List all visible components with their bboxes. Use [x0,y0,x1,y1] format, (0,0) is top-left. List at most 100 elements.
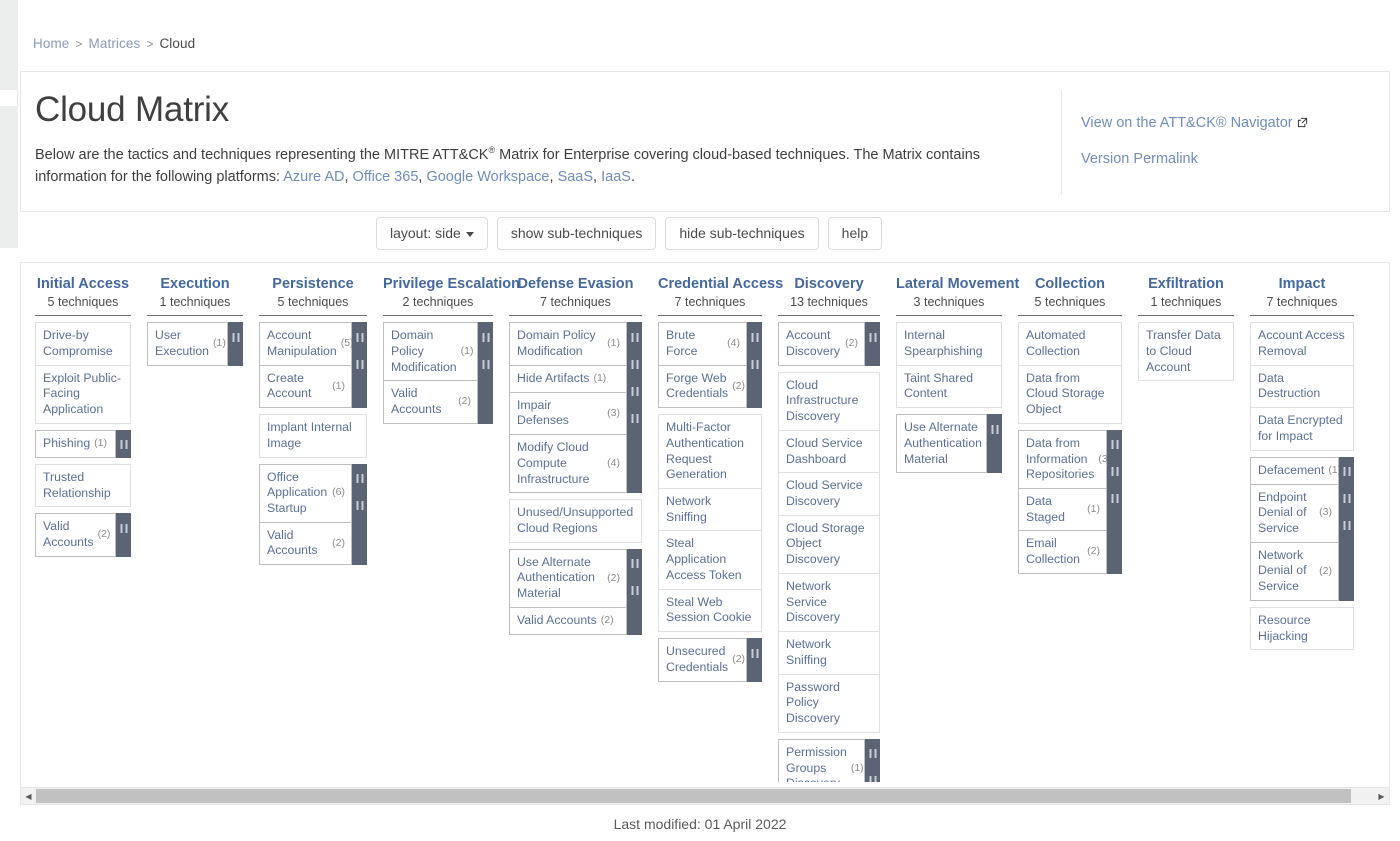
tactic-name[interactable]: Credential Access [658,275,783,293]
technique-cell[interactable]: Trusted Relationship [35,463,131,508]
subtechniques-expand-bar[interactable] [352,322,367,409]
technique-cell[interactable]: Domain Policy Modification (1) [383,322,478,382]
horizontal-scrollbar[interactable]: ◀ ▶ [21,787,1389,804]
subtechniques-expand-bar[interactable] [627,322,642,494]
scrollbar-thumb[interactable] [36,788,1351,803]
subtechniques-expand-bar[interactable] [865,322,880,366]
scroll-left-arrow-icon[interactable]: ◀ [21,787,36,804]
technique-cell[interactable]: Data Destruction [1250,364,1354,409]
technique-cell[interactable]: Account Manipulation (5) [259,322,354,366]
technique-cell[interactable]: Defacement (1) [1250,456,1341,485]
platform-link-office-365[interactable]: Office 365 [353,169,419,185]
technique-cell[interactable]: Use Alternate Authentication Material(2) [509,548,627,608]
technique-cell[interactable]: Resource Hijacking [1250,606,1354,651]
technique-cell-stack: Permission Groups Discovery(1)Software D… [778,738,865,782]
technique-cell[interactable]: Hide Artifacts (1) [509,364,627,393]
technique-cell[interactable]: Automated Collection [1018,322,1122,366]
technique-cell[interactable]: Use Alternate Authentication Material(2) [896,414,999,474]
tactic-name[interactable]: Execution [147,275,243,293]
tactic-name[interactable]: Collection [1018,275,1122,293]
subtechniques-expand-bar[interactable] [1107,429,1122,574]
technique-cell[interactable]: Transfer Data to Cloud Account [1138,322,1234,382]
technique-cell[interactable]: Data from Cloud Storage Object [1018,364,1122,424]
breadcrumb-link-matrices[interactable]: Matrices [89,36,141,51]
subtechniques-expand-bar[interactable] [627,548,642,635]
technique-cell[interactable]: Valid Accounts (2) [259,521,352,566]
technique-cell[interactable]: Network Denial of Service (2) [1250,541,1339,601]
subtechniques-expand-bar[interactable] [228,322,243,366]
subtechniques-expand-bar[interactable] [478,322,493,424]
technique-cell[interactable]: Valid Accounts (2) [509,606,627,635]
tactic-name[interactable]: Exfiltration [1138,275,1234,293]
technique-cell[interactable]: Steal Web Session Cookie [658,588,762,633]
scroll-right-arrow-icon[interactable]: ▶ [1374,787,1389,804]
technique-cell[interactable]: Steal Application Access Token [658,530,762,590]
platform-link-google-workspace[interactable]: Google Workspace [426,169,549,185]
subtechniques-expand-bar[interactable] [352,463,367,566]
technique-cell[interactable]: Data Encrypted for Impact [1250,407,1354,451]
navigator-link[interactable]: View on the ATT&CK® Navigator [1081,115,1308,131]
breadcrumb-link-home[interactable]: Home [33,36,69,51]
hide-subtechniques-button[interactable]: hide sub-techniques [665,217,819,250]
platform-link-azure-ad[interactable]: Azure AD [283,169,344,185]
technique-cell[interactable]: Create Account (1) [259,364,352,409]
technique-cell[interactable]: Data Staged (1) [1018,488,1107,532]
platform-link-iaas[interactable]: IaaS [601,169,631,185]
subtechniques-expand-bar[interactable] [865,738,880,782]
technique-cell[interactable]: Modify Cloud Compute Infrastructure (4) [509,434,627,494]
technique-cell[interactable]: Cloud Storage Object Discovery [778,514,880,574]
technique-cell[interactable]: User Execution (1) [147,322,228,366]
subtechniques-expand-bar[interactable] [1339,456,1354,601]
show-subtechniques-button[interactable]: show sub-techniques [496,217,657,250]
tactic-column: Discovery 13 techniques Account Discovery (… [778,275,880,782]
technique-cell[interactable]: Cloud Service Dashboard [778,429,880,474]
technique-cell[interactable]: Taint Shared Content [896,364,1002,409]
technique-cell[interactable]: Account Discovery (2) [778,322,865,366]
technique-cell[interactable]: Password Policy Discovery [778,673,880,733]
tactic-name[interactable]: Discovery [778,275,880,293]
technique-cell[interactable]: Valid Accounts (2) [35,513,116,557]
subtechniques-expand-bar[interactable] [987,414,1002,474]
technique-cell[interactable]: Permission Groups Discovery(1) [778,738,865,782]
technique-list: Account Manipulation (5) Create Account (1)… [259,322,367,566]
technique-cell[interactable]: Drive-by Compromise [35,322,131,366]
technique-cell[interactable]: Cloud Service Discovery [778,472,880,516]
technique-cell[interactable]: Multi-Factor Authentication Request Gene… [658,414,762,489]
technique-cell[interactable]: Brute Force (4) [658,322,747,366]
subtechniques-expand-bar[interactable] [747,322,762,409]
help-button[interactable]: help [827,217,883,250]
technique-cell[interactable]: Phishing (1) [35,429,116,458]
tactic-name[interactable]: Lateral Movement [896,275,1019,293]
technique-cell[interactable]: Data from Information Repositories (3) [1018,429,1111,489]
technique-cell[interactable]: Account Access Removal [1250,322,1354,366]
platform-link-saas[interactable]: SaaS [558,169,593,185]
subtechniques-expand-bar[interactable] [116,429,131,458]
technique-cell[interactable]: Impair Defenses (3) [509,391,627,436]
technique-cell[interactable]: Unused/Unsupported Cloud Regions [509,499,642,543]
technique-cell[interactable]: Internal Spearphishing [896,322,1002,366]
technique-cell[interactable]: Cloud Infrastructure Discovery [778,371,880,431]
technique-cell[interactable]: Network Service Discovery [778,572,880,633]
technique-cell[interactable]: Network Sniffing [658,488,762,532]
technique-cell[interactable]: Implant Internal Image [259,414,367,458]
tactic-name[interactable]: Impact [1250,275,1354,293]
tactic-name[interactable]: Persistence [259,275,367,293]
technique-cell[interactable]: Forge Web Credentials (2) [658,364,747,409]
tactic-name[interactable]: Initial Access [35,275,131,293]
subtechniques-expand-bar[interactable] [747,638,762,682]
technique-cell[interactable]: Endpoint Denial of Service (3) [1250,483,1339,543]
tactic-name[interactable]: Defense Evasion [509,275,642,293]
technique-cell[interactable]: Email Collection (2) [1018,530,1107,574]
technique-cell[interactable]: Network Sniffing [778,631,880,675]
layout-dropdown-button[interactable]: layout: side [376,217,488,250]
technique-cell[interactable]: Unsecured Credentials (2) [658,638,747,682]
technique-cell[interactable]: Valid Accounts (2) [383,380,478,424]
technique-cell[interactable]: Office Application Startup (6) [259,463,352,523]
tactic-name[interactable]: Privilege Escalation [383,275,520,293]
scrollbar-track[interactable] [36,787,1374,804]
technique-cell[interactable]: Exploit Public-Facing Application [35,364,131,424]
subtechnique-toggle-icon [869,776,876,782]
technique-cell[interactable]: Domain Policy Modification (1) [509,322,627,366]
subtechniques-expand-bar[interactable] [116,513,131,557]
version-permalink-link[interactable]: Version Permalink [1081,151,1308,167]
